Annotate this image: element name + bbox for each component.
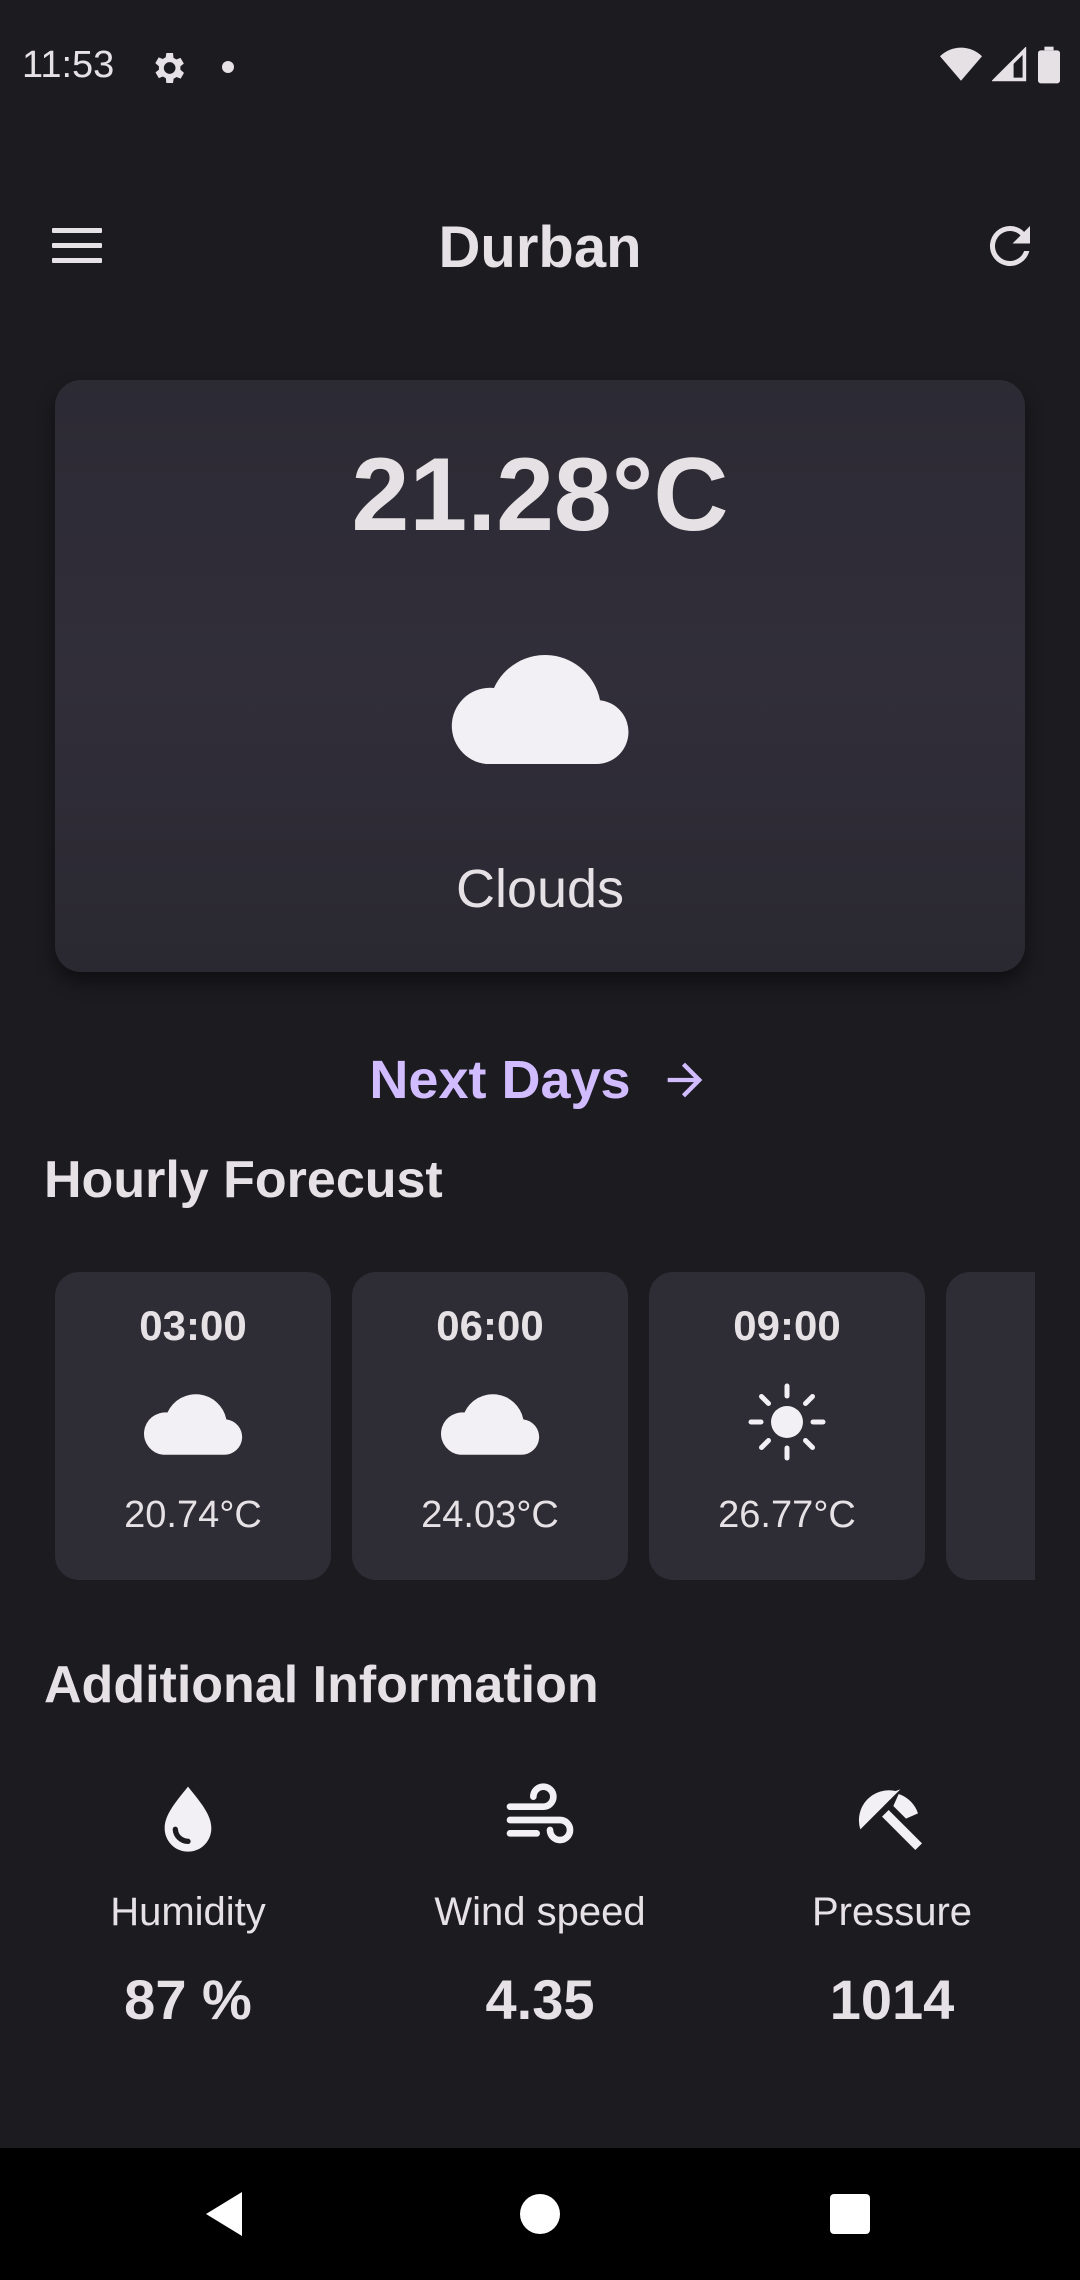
battery-icon — [1038, 46, 1060, 84]
gear-icon — [155, 53, 184, 83]
hourly-time: 09:00 — [733, 1302, 841, 1349]
signal-icon — [992, 47, 1027, 82]
page-title: Durban — [438, 215, 642, 280]
next-days-label: Next Days — [369, 1050, 631, 1110]
humidity-value: 87 % — [124, 1968, 252, 2031]
humidity-label: Humidity — [110, 1890, 266, 1934]
pressure-label: Pressure — [811, 1890, 973, 1934]
hourly-temperature: 24.03°C — [421, 1494, 559, 1536]
pressure-value: 1014 — [829, 1968, 955, 2031]
status-bar: 11:53 — [0, 0, 1080, 130]
additional-info-title: Additional Information — [44, 1656, 599, 1714]
hourly-temperature: 2 — [946, 1494, 1035, 1537]
home-icon[interactable] — [504, 2178, 576, 2250]
current-condition: Clouds — [455, 859, 625, 919]
hourly-forecast-title: Hourly Forecust — [44, 1151, 443, 1209]
status-icons — [940, 46, 1060, 84]
humidity-item: Humidity 87 % — [38, 1780, 338, 2032]
arrow-right-icon — [667, 1062, 702, 1098]
hourly-temperature: 20.74°C — [124, 1494, 262, 1536]
hourly-time: 06:00 — [436, 1302, 544, 1349]
hourly-time: 03:00 — [139, 1302, 247, 1349]
cloud-icon — [144, 1394, 243, 1455]
cloud-icon — [451, 655, 629, 765]
wind-speed-label: Wind speed — [434, 1890, 646, 1934]
notification-dot-icon — [222, 61, 234, 73]
recents-icon[interactable] — [814, 2178, 886, 2250]
hourly-item[interactable]: 03:00 20.74°C — [55, 1272, 331, 1580]
hourly-forecast-list[interactable]: 03:00 20.74°C 06:00 24.03°C 09:00 26.77°… — [55, 1272, 1035, 1582]
pressure-item: Pressure 1014 — [742, 1780, 1042, 2032]
wind-speed-value: 4.35 — [485, 1968, 595, 2031]
hourly-item[interactable]: 06:00 24.03°C — [352, 1272, 628, 1580]
umbrella-icon — [858, 1789, 922, 1850]
hourly-item[interactable]: 1 2 — [946, 1272, 1035, 1580]
refresh-icon[interactable] — [980, 216, 1040, 276]
hourly-item[interactable]: 09:00 26.77°C — [649, 1272, 925, 1580]
next-days-button[interactable]: Next Days — [0, 1040, 1080, 1120]
hourly-time: 1 — [946, 1302, 1035, 1350]
status-time: 11:53 — [22, 44, 115, 86]
additional-info-row: Humidity 87 % Wind speed 4.35 Pressure 1… — [0, 1780, 1080, 2040]
sun-icon — [748, 1383, 826, 1461]
current-temperature: 21.28°C — [351, 437, 729, 553]
wind-icon — [506, 1783, 574, 1844]
app-bar: Durban — [0, 190, 1080, 300]
cloud-icon — [441, 1394, 540, 1455]
navigation-bar — [0, 2148, 1080, 2280]
current-weather-card: 21.28°C Clouds — [55, 380, 1025, 972]
back-icon[interactable] — [188, 2178, 260, 2250]
hourly-temperature: 26.77°C — [718, 1494, 856, 1536]
water-drop-icon — [164, 1786, 212, 1852]
wifi-icon — [940, 47, 982, 81]
wind-speed-item: Wind speed 4.35 — [390, 1780, 690, 2032]
